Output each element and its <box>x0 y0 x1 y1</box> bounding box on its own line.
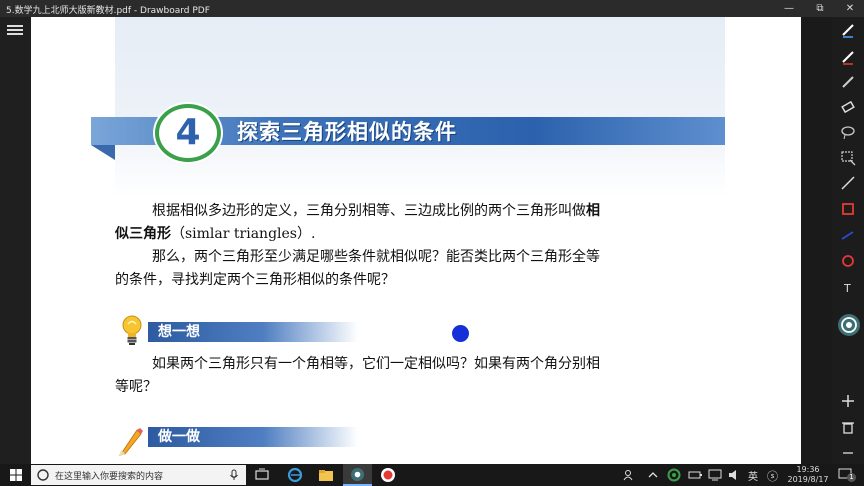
window-title: 5.数学九上北师大版新教材.pdf - Drawboard PDF <box>6 6 210 16</box>
paragraph-question-line2: 的条件，寻找判定两个三角形相似的条件呢？ <box>115 269 719 292</box>
paragraph-think-line2: 等呢？ <box>115 376 719 399</box>
add-icon[interactable] <box>840 393 856 409</box>
pencil-tool-icon[interactable] <box>840 74 856 90</box>
clock-date: 2019/8/17 <box>787 475 829 484</box>
chevron-up-icon[interactable] <box>645 467 661 483</box>
select-icon[interactable] <box>840 150 856 166</box>
pdf-page: 4 探索三角形相似的条件 根据相似多边形的定义，三角分别相等、三边成比例的两个三… <box>91 17 725 464</box>
taskbar-search-box[interactable]: 在这里输入你要搜索的内容 <box>31 465 246 485</box>
chapter-number: 4 <box>175 112 201 153</box>
active-tool-toggle-icon[interactable] <box>837 313 861 337</box>
search-placeholder: 在这里输入你要搜索的内容 <box>55 472 164 482</box>
section-title-do: 做一做 <box>158 429 200 445</box>
svg-text:ⓢ: ⓢ <box>767 470 778 483</box>
paragraph-text: 根据相似多边形的定义，三角分别相等、三边成比例的两个三角形叫做 <box>152 203 586 219</box>
network-icon[interactable] <box>707 467 723 483</box>
minimize-button[interactable]: — <box>775 1 803 16</box>
paragraph-think-line1: 如果两个三角形只有一个角相等，它们一定相似吗？如果有两个角分别相 <box>115 353 719 376</box>
pencil-icon <box>119 428 143 456</box>
battery-icon[interactable] <box>687 467 703 483</box>
text-tool-icon[interactable]: T <box>840 279 856 295</box>
pen-red-icon[interactable] <box>840 49 856 65</box>
paragraph-text: 的条件，寻找判定两个三角形相似的条件呢？ <box>115 272 395 288</box>
chapter-number-circle: 4 <box>155 104 221 162</box>
hamburger-menu-icon[interactable] <box>7 23 23 37</box>
paragraph-definition-line2: 似三角形（simlar triangles）. <box>115 223 719 246</box>
term-bold: 相 <box>586 203 600 219</box>
file-explorer-icon[interactable] <box>318 467 334 483</box>
drawboard-taskbar-button[interactable] <box>343 464 372 486</box>
document-viewer[interactable]: 4 探索三角形相似的条件 根据相似多边形的定义，三角分别相等、三边成比例的两个三… <box>31 17 801 464</box>
drawboard-app-icon <box>350 467 365 482</box>
arrow-tool-icon[interactable] <box>840 227 856 243</box>
rectangle-tool-icon[interactable] <box>840 201 856 217</box>
system-clock[interactable]: 19:36 2019/8/17 <box>786 465 830 485</box>
annotation-toolbar: T <box>832 17 864 464</box>
windows-taskbar: 在这里输入你要搜索的内容 英 ⓢ 19:36 2019/8/17 1 <box>0 464 864 486</box>
chapter-title: 探索三角形相似的条件 <box>237 120 457 144</box>
band-fold-decoration <box>91 145 115 160</box>
restore-button[interactable]: ⧉ <box>806 1 834 16</box>
people-icon[interactable] <box>622 467 638 483</box>
record-app-icon[interactable] <box>380 467 396 483</box>
microphone-icon[interactable] <box>229 469 239 481</box>
paragraph-text: 那么，两个三角形至少满足哪些条件就相似呢？能否类比两个三角形全等 <box>152 249 600 265</box>
paragraph-question-line1: 那么，两个三角形至少满足哪些条件就相似呢？能否类比两个三角形全等 <box>115 246 719 269</box>
pen-cursor-indicator <box>452 325 469 342</box>
paragraph-text: 等呢？ <box>115 379 157 395</box>
svg-text:T: T <box>843 282 851 295</box>
notification-center-button[interactable]: 1 <box>838 467 856 482</box>
pen-tool-icon[interactable] <box>840 22 856 38</box>
ime-mode-icon[interactable]: ⓢ <box>765 467 781 483</box>
windows-start-icon[interactable] <box>8 467 24 483</box>
close-button[interactable]: ✕ <box>836 1 864 16</box>
line-tool-icon[interactable] <box>840 175 856 191</box>
paragraph-definition-line1: 根据相似多边形的定义，三角分别相等、三边成比例的两个三角形叫做相 <box>115 200 719 223</box>
ime-indicator[interactable]: 英 <box>745 468 761 483</box>
task-view-icon[interactable] <box>254 467 270 483</box>
lasso-icon[interactable] <box>840 124 856 140</box>
more-options-icon[interactable] <box>840 445 856 461</box>
delete-icon[interactable] <box>840 419 856 435</box>
section-header-do: 做一做 <box>148 427 358 447</box>
tray-app-green-icon[interactable] <box>666 467 682 483</box>
eraser-icon[interactable] <box>840 99 856 115</box>
page-header-background <box>115 17 725 197</box>
window-titlebar: 5.数学九上北师大版新教材.pdf - Drawboard PDF — ⧉ ✕ <box>0 0 864 17</box>
section-title-think: 想一想 <box>158 324 200 340</box>
notification-badge: 1 <box>847 473 856 482</box>
clock-time: 19:36 <box>796 465 820 474</box>
section-header-think: 想一想 <box>148 322 358 342</box>
lightbulb-icon <box>122 315 142 345</box>
paragraph-text: （simlar triangles）. <box>171 226 316 242</box>
edge-browser-icon[interactable] <box>287 467 303 483</box>
ellipse-tool-icon[interactable] <box>840 253 856 269</box>
paragraph-text: 如果两个三角形只有一个角相等，它们一定相似吗？如果有两个角分别相 <box>152 356 600 372</box>
volume-icon[interactable] <box>727 467 743 483</box>
left-sidebar <box>0 17 31 464</box>
search-icon <box>37 469 49 481</box>
term-bold: 似三角形 <box>115 226 171 242</box>
